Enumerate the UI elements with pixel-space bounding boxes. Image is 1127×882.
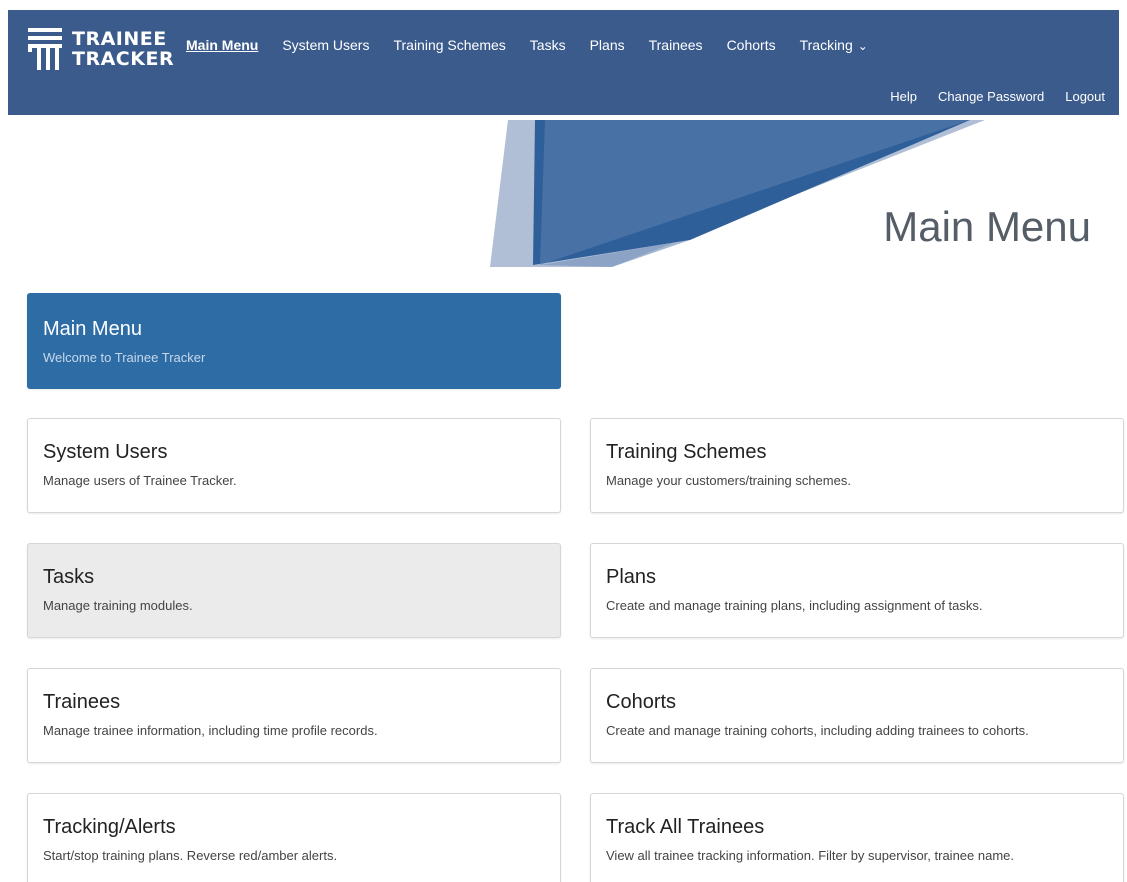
change-password-link[interactable]: Change Password: [938, 89, 1044, 104]
card-description: Create and manage training cohorts, incl…: [606, 723, 1029, 738]
main-menu-header-card: Main Menu Welcome to Trainee Tracker: [27, 293, 561, 389]
card-title: Trainees: [43, 691, 121, 713]
logout-link[interactable]: Logout: [1065, 89, 1105, 104]
nav-tracking-dropdown[interactable]: Tracking ⌄: [800, 37, 868, 53]
nav-tracking-label: Tracking: [799, 37, 853, 53]
card-tracking-alerts[interactable]: Tracking/Alerts Start/stop training plan…: [27, 793, 561, 882]
card-track-all-trainees[interactable]: Track All Trainees View all trainee trac…: [590, 793, 1124, 882]
card-cohorts[interactable]: Cohorts Create and manage training cohor…: [590, 668, 1124, 763]
brand-line-1: TRAINEE: [72, 28, 167, 50]
card-description: Start/stop training plans. Reverse red/a…: [43, 848, 338, 863]
card-trainees[interactable]: Trainees Manage trainee information, inc…: [27, 668, 561, 763]
nav-tasks[interactable]: Tasks: [530, 37, 566, 53]
card-description: Manage trainee information, including ti…: [43, 723, 378, 738]
card-description: View all trainee tracking information. F…: [606, 848, 1015, 863]
card-title: Plans: [606, 566, 657, 588]
chevron-down-icon: ⌄: [857, 39, 868, 53]
card-title: Tracking/Alerts: [43, 816, 176, 838]
main-nav: Main Menu System Users Training Schemes …: [186, 37, 892, 53]
card-title: System Users: [43, 441, 168, 463]
trainee-tracker-logo-icon: [28, 28, 62, 70]
brand-name: TRAINEE TRACKER: [72, 29, 174, 69]
nav-training-schemes[interactable]: Training Schemes: [393, 37, 505, 53]
card-training-schemes[interactable]: Training Schemes Manage your customers/t…: [590, 418, 1124, 513]
card-description: Create and manage training plans, includ…: [606, 598, 983, 613]
card-description: Manage training modules.: [43, 598, 193, 613]
top-navbar: TRAINEE TRACKER Main Menu System Users T…: [8, 10, 1119, 115]
card-title: Track All Trainees: [606, 816, 765, 838]
page-title: Main Menu: [883, 203, 1091, 250]
banner-graphic: [490, 120, 985, 267]
card-description: Manage your customers/training schemes.: [606, 473, 851, 488]
card-title: Tasks: [43, 566, 95, 588]
nav-plans[interactable]: Plans: [590, 37, 625, 53]
nav-system-users[interactable]: System Users: [282, 37, 369, 53]
header-card-title: Main Menu: [43, 318, 142, 340]
nav-cohorts[interactable]: Cohorts: [727, 37, 776, 53]
card-description: Manage users of Trainee Tracker.: [43, 473, 237, 488]
nav-main-menu[interactable]: Main Menu: [186, 37, 258, 53]
card-title: Cohorts: [606, 691, 677, 713]
card-plans[interactable]: Plans Create and manage training plans, …: [590, 543, 1124, 638]
nav-trainees[interactable]: Trainees: [649, 37, 703, 53]
help-link[interactable]: Help: [890, 89, 917, 104]
card-tasks[interactable]: Tasks Manage training modules.: [27, 543, 561, 638]
secondary-nav: Help Change Password Logout: [869, 89, 1105, 104]
header-card-subtitle: Welcome to Trainee Tracker: [43, 350, 206, 365]
brand-logo-link[interactable]: TRAINEE TRACKER: [28, 24, 174, 74]
card-title: Training Schemes: [606, 441, 767, 463]
brand-line-2: TRACKER: [72, 48, 175, 70]
card-system-users[interactable]: System Users Manage users of Trainee Tra…: [27, 418, 561, 513]
